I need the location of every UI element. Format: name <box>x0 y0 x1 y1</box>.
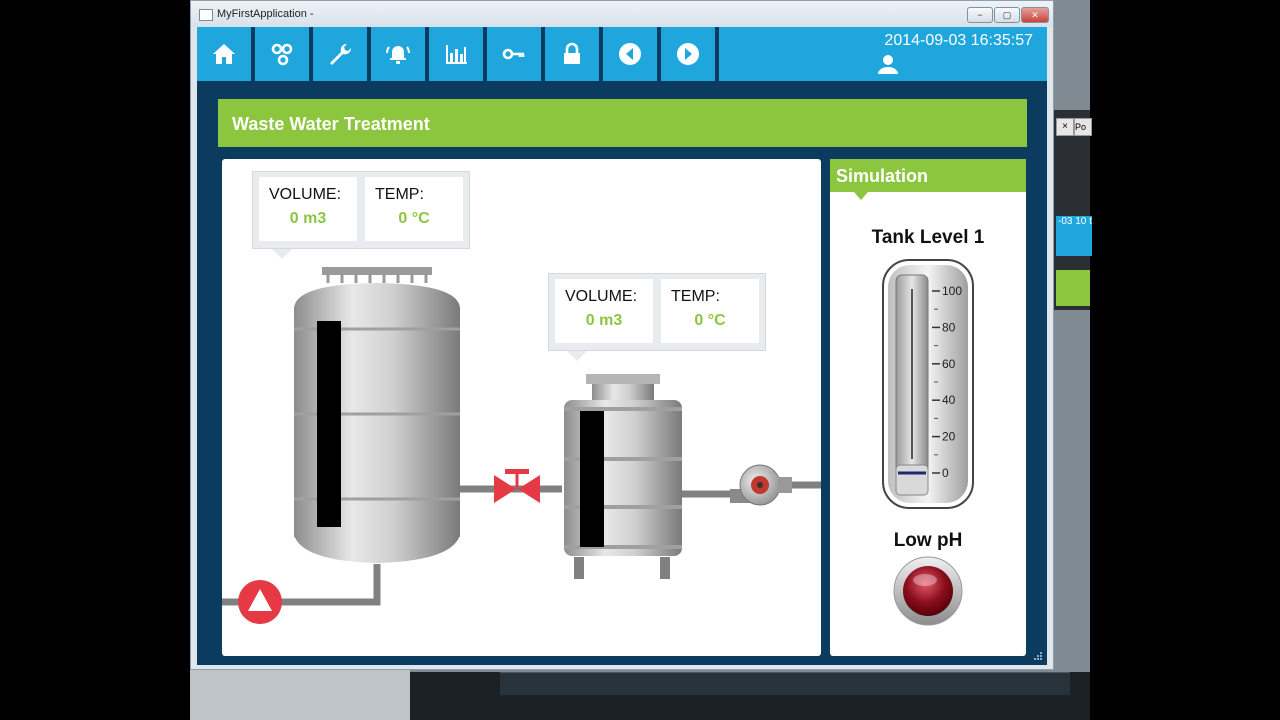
tank-1-level-window <box>317 321 341 527</box>
minimize-button[interactable]: − <box>967 7 993 23</box>
gauge-tick-label: 80 <box>942 320 956 334</box>
hmi-client-area: 2014-09-03 16:35:57 Waste Water Treatmen… <box>197 27 1047 665</box>
process-icon <box>271 43 293 66</box>
navigation-bar: 2014-09-03 16:35:57 <box>197 27 1047 81</box>
simulation-panel: Simulation Tank Level 1 100 80 60 40 20 0 <box>830 159 1026 656</box>
nav-alarms-button[interactable] <box>371 27 429 81</box>
tank-1-temp-cell: TEMP: 0 °C <box>365 177 463 241</box>
tank-2-volume-cell: VOLUME: 0 m3 <box>555 279 653 343</box>
tank-2-temp-value: 0 °C <box>694 312 726 329</box>
lock-icon <box>564 42 580 64</box>
key-icon <box>502 48 525 60</box>
application-window: MyFirstApplication - − ▢ ✕ 2014-09-03 16… <box>190 0 1054 670</box>
process-panel: VOLUME: 0 m3 TEMP: 0 °C VOLUME: 0 m3 TEM… <box>222 159 821 656</box>
nav-lock-button[interactable] <box>545 27 603 81</box>
nav-back-button[interactable] <box>603 27 661 81</box>
tank-2-volume-label: VOLUME: <box>565 288 638 305</box>
arrow-right-icon <box>677 43 699 65</box>
app-icon <box>199 9 213 21</box>
tank-2 <box>564 374 682 579</box>
gauge-tick-label: 0 <box>942 466 949 480</box>
page-header: Waste Water Treatment <box>218 99 1027 147</box>
background-window: × Po -03 10 t <box>1050 110 1092 310</box>
user-icon[interactable] <box>877 53 899 75</box>
nav-login-button[interactable] <box>487 27 545 81</box>
tank-2-readout-pointer <box>567 351 587 361</box>
valve-icon[interactable] <box>494 469 540 503</box>
bar-chart-icon <box>446 45 467 64</box>
simulation-header: Simulation <box>830 159 1026 192</box>
gauge-tick-label: 100 <box>942 284 962 298</box>
desktop-panel <box>190 668 410 720</box>
background-blue-panel: -03 10 t <box>1056 216 1092 256</box>
taskbar-window <box>500 672 1070 695</box>
slider-thumb <box>895 464 929 496</box>
gauge-tick-label: 40 <box>942 393 956 407</box>
tank-level-label: Tank Level 1 <box>871 227 985 248</box>
low-ph-indicator-lamp[interactable] <box>893 556 963 626</box>
low-ph-label: Low pH <box>893 530 963 551</box>
tank-1-volume-label: VOLUME: <box>269 186 342 203</box>
arrow-left-icon <box>619 43 641 65</box>
home-icon <box>213 44 235 64</box>
tank-1-volume-cell: VOLUME: 0 m3 <box>259 177 357 241</box>
maximize-button[interactable]: ▢ <box>994 7 1020 23</box>
tank-1 <box>294 267 460 563</box>
tank-2-volume-value: 0 m3 <box>585 312 623 329</box>
nav-home-button[interactable] <box>197 27 255 81</box>
title-bar[interactable]: MyFirstApplication - − ▢ ✕ <box>191 1 1053 27</box>
gauge-tick-label: 60 <box>942 357 956 371</box>
tank-1-readout-pointer <box>272 249 292 259</box>
pump-icon[interactable] <box>730 464 792 506</box>
page-title: Waste Water Treatment <box>232 114 430 134</box>
wrench-icon <box>330 43 352 65</box>
nav-forward-button[interactable] <box>661 27 719 81</box>
simulation-title: Simulation <box>836 166 929 186</box>
background-tab-close[interactable]: × <box>1056 118 1074 136</box>
resize-grip-icon[interactable] <box>1033 651 1043 661</box>
nav-overview-button[interactable] <box>255 27 313 81</box>
simulation-header-pointer <box>854 192 868 200</box>
tank-2-level-window <box>580 411 604 547</box>
tank-2-temp-cell: TEMP: 0 °C <box>661 279 759 343</box>
tank-1-temp-label: TEMP: <box>375 186 424 203</box>
triangle-pump-icon[interactable] <box>238 580 282 624</box>
datetime-display: 2014-09-03 16:35:57 <box>884 32 1033 49</box>
tank-1-volume-value: 0 m3 <box>289 210 327 227</box>
alarm-icon <box>386 46 410 64</box>
tank-level-slider[interactable]: 100 80 60 40 20 0 <box>882 259 974 509</box>
background-tab[interactable]: Po <box>1074 118 1092 136</box>
gauge-tick-label: 20 <box>942 430 956 444</box>
background-green-panel <box>1056 270 1090 306</box>
close-button[interactable]: ✕ <box>1021 7 1049 23</box>
tank-2-readout: VOLUME: 0 m3 TEMP: 0 °C <box>548 273 766 351</box>
tank-1-temp-value: 0 °C <box>398 210 430 227</box>
nav-trends-button[interactable] <box>429 27 487 81</box>
window-title: MyFirstApplication - <box>217 8 314 20</box>
nav-settings-button[interactable] <box>313 27 371 81</box>
tank-1-readout: VOLUME: 0 m3 TEMP: 0 °C <box>252 171 470 249</box>
tank-2-temp-label: TEMP: <box>671 288 720 305</box>
